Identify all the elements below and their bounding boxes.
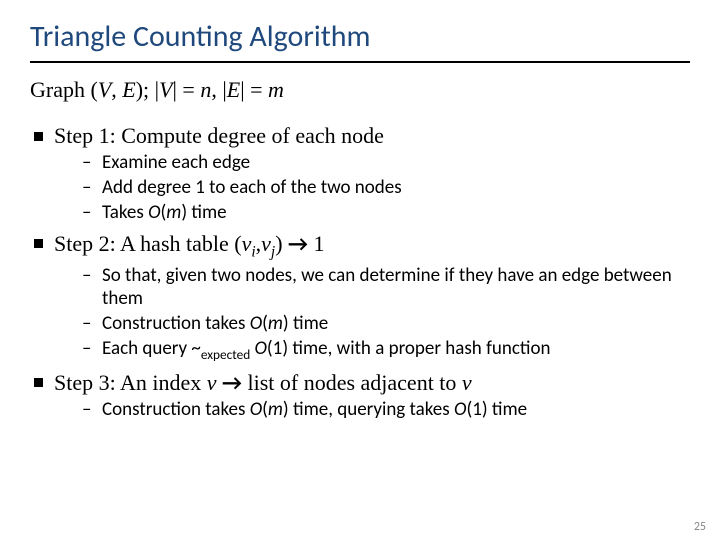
step-3-subs: Construction takes O(m) time, querying t… [54,398,690,422]
t: Step 2: A hash table ( [54,231,242,256]
t: (1) time, with a proper hash function [267,337,551,360]
slide-title: Triangle Counting Algorithm [30,18,690,55]
var-V: V [98,77,111,102]
var-v: v [462,370,472,395]
var-m: m [166,201,181,224]
t: ); | [136,77,159,102]
t: | = [240,77,268,102]
t: , [111,77,122,102]
sub: Examine each edge [54,151,690,175]
t: ) time [181,201,226,224]
big-o: O [148,201,160,224]
var-v: v [242,231,252,256]
steps-list: Step 1: Compute degree of each node Exam… [30,123,690,422]
page-number: 25 [694,520,706,534]
var-V: V [159,77,172,102]
arrow-icon: → [222,369,242,396]
step-2-subs: So that, given two nodes, we can determi… [54,264,690,364]
sub: Each query ~expected O(1) time, with a p… [54,337,690,363]
t: (1) time [466,398,527,421]
t: Construction takes [102,312,250,335]
t: , | [211,77,226,102]
step-1: Step 1: Compute degree of each node Exam… [30,123,690,224]
step-1-subs: Examine each edge Add degree 1 to each o… [54,151,690,224]
big-o: O [454,398,466,421]
sub-expected: expected [201,346,250,363]
t: Graph ( [30,77,98,102]
t: Construction takes [102,398,250,421]
t: | = [173,77,201,102]
var-m: m [268,398,283,421]
big-o: O [254,337,266,360]
var-E: E [227,77,240,102]
big-o: O [250,312,262,335]
sub: Construction takes O(m) time, querying t… [54,398,690,422]
sub: Construction takes O(m) time [54,312,690,336]
var-n: n [200,77,211,102]
big-o: O [250,398,262,421]
slide: Triangle Counting Algorithm Graph (V, E)… [0,0,720,540]
var-m: m [268,77,284,102]
t: Step 3: An index [54,370,207,395]
var-v: v [207,370,217,395]
var-E: E [122,77,135,102]
t: Each query ~ [102,337,201,360]
step-1-text: Step 1: Compute degree of each node [54,123,384,148]
t: ) [275,231,288,256]
step-2: Step 2: A hash table (vi,vj) → 1 So that… [30,230,690,363]
t: list of nodes adjacent to [242,370,462,395]
arrow-icon: → [288,230,308,257]
sub: So that, given two nodes, we can determi… [54,264,690,312]
t: 1 [308,231,325,256]
sub: Takes O(m) time [54,201,690,225]
title-rule [30,61,690,63]
sub: Add degree 1 to each of the two nodes [54,176,690,200]
graph-definition: Graph (V, E); |V| = n, |E| = m [30,77,690,103]
var-v: v [261,231,271,256]
t: Takes [102,201,148,224]
var-m: m [268,312,283,335]
t: ) time [283,312,328,335]
step-3: Step 3: An index v → list of nodes adjac… [30,369,690,422]
t: ) time, querying takes [283,398,454,421]
